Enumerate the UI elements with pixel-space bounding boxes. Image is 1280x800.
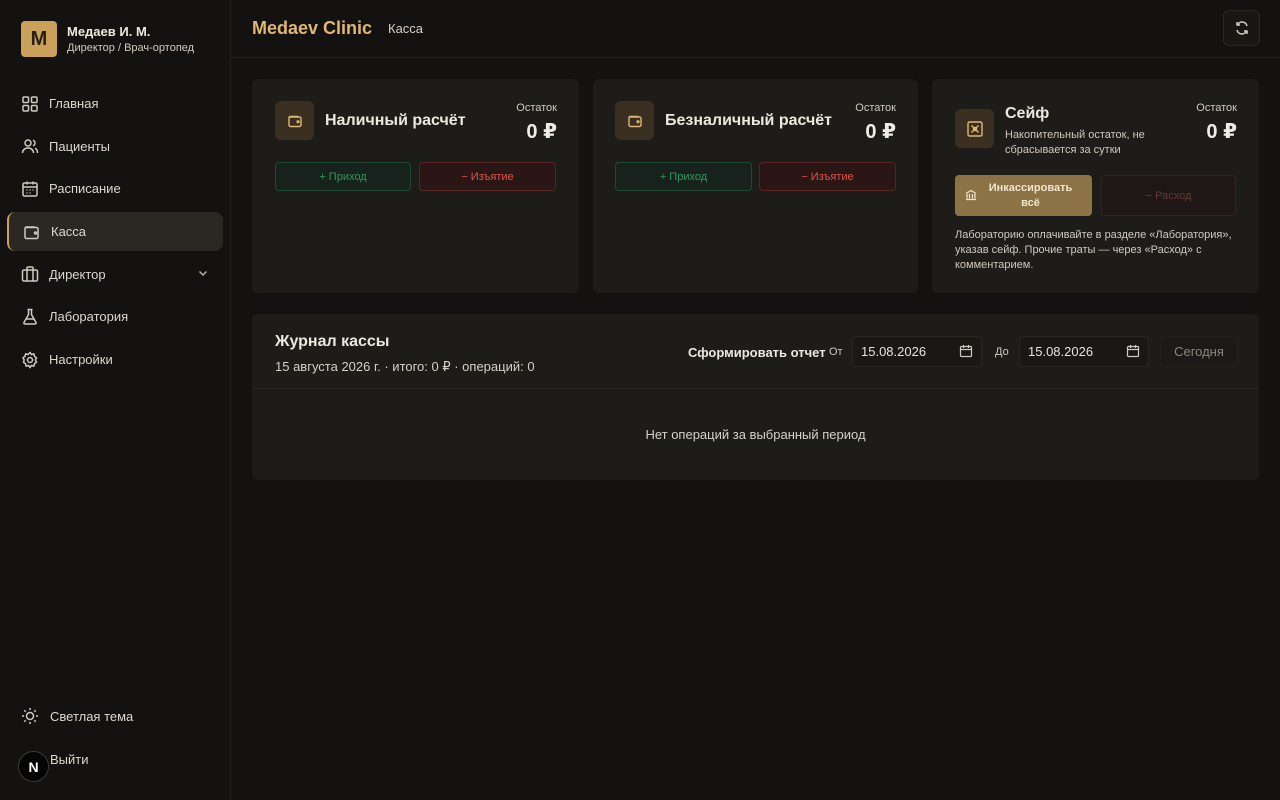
rest-value: 0 ₽ — [1206, 121, 1237, 143]
gear-icon — [21, 350, 39, 369]
sidebar-item-label: Главная — [49, 96, 99, 111]
noncash-withdraw-button[interactable]: − Изъятие — [759, 162, 896, 191]
journal-title: Журнал кассы — [275, 333, 390, 350]
sidebar-item-label: Лаборатория — [49, 309, 129, 325]
card-title: Безналичный расчёт — [665, 112, 832, 129]
wallet-icon — [23, 223, 41, 241]
date-from-input[interactable]: 15.08.2026 — [852, 336, 982, 367]
sidebar-item-patients[interactable]: Пациенты — [7, 127, 223, 166]
to-label: До — [995, 346, 1009, 358]
rest-label: Остаток — [516, 102, 557, 114]
sidebar-item-laboratory[interactable]: Лаборатория — [7, 297, 223, 336]
grid-icon — [21, 95, 39, 113]
date-to-input[interactable]: 15.08.2026 — [1019, 336, 1149, 367]
sidebar-item-schedule[interactable]: Расписание — [7, 169, 223, 208]
sidebar-item-label: Настройки — [49, 352, 113, 368]
theme-toggle[interactable]: Светлая тема — [21, 707, 133, 725]
sidebar-nav: Главная Пациенты Расписание Касса Директ… — [7, 84, 223, 383]
noncash-card: Безналичный расчёт Остаток 0 ₽ + Приход … — [593, 79, 918, 293]
refresh-button[interactable] — [1223, 10, 1260, 46]
calendar-icon — [21, 180, 39, 198]
sun-icon — [21, 707, 39, 725]
users-icon — [21, 137, 39, 155]
briefcase-icon — [21, 265, 39, 283]
sidebar-item-label: Пациенты — [49, 138, 110, 154]
report-label: Сформировать отчет — [688, 345, 826, 360]
sidebar-item-label: Расписание — [49, 181, 121, 197]
collect-all-button[interactable]: Инкассировать всё — [955, 175, 1092, 216]
user-role: Директор / Врач-ортопед — [67, 42, 195, 54]
flask-icon — [21, 308, 39, 326]
cash-income-button[interactable]: + Приход — [275, 162, 411, 191]
rest-label: Остаток — [855, 102, 896, 114]
journal-summary: 15 августа 2026 г. · итого: 0 ₽ · операц… — [275, 359, 535, 374]
sidebar-item-label: Директор — [49, 266, 106, 282]
chevron-down-icon — [197, 267, 209, 279]
brand-title[interactable]: Medaev Clinic — [252, 18, 372, 39]
card-title: Сейф — [1005, 105, 1050, 122]
noncash-income-button[interactable]: + Приход — [615, 162, 752, 191]
refresh-icon — [1234, 20, 1250, 36]
rest-value: 0 ₽ — [526, 121, 557, 143]
sidebar-item-home[interactable]: Главная — [7, 84, 223, 123]
user-profile[interactable]: M Медаев И. М. Директор / Врач-ортопед — [21, 21, 194, 57]
sidebar-item-settings[interactable]: Настройки — [7, 340, 223, 379]
calendar-icon — [959, 344, 973, 358]
safe-note: Лабораторию оплачивайте в разделе «Лабор… — [955, 229, 1232, 271]
cash-withdraw-button[interactable]: − Изъятие — [419, 162, 556, 191]
sidebar-item-label: Касса — [51, 224, 87, 240]
avatar: M — [21, 21, 57, 57]
breadcrumb: Касса — [388, 21, 424, 36]
sidebar-item-director[interactable]: Директор — [7, 255, 223, 294]
cash-journal: Журнал кассы 15 августа 2026 г. · итого:… — [252, 314, 1259, 480]
sidebar: M Медаев И. М. Директор / Врач-ортопед Г… — [0, 0, 231, 800]
safe-icon — [955, 109, 994, 148]
logout-label: Выйти — [50, 751, 89, 767]
safe-expense-button[interactable]: − Расход — [1101, 175, 1236, 216]
empty-state: Нет операций за выбранный период — [645, 427, 866, 442]
calendar-icon — [1126, 344, 1140, 358]
today-button[interactable]: Сегодня — [1160, 336, 1238, 367]
safe-subtitle: Накопительный остаток, не сбрасывается з… — [1005, 129, 1145, 157]
rest-value: 0 ₽ — [865, 121, 896, 143]
safe-card: Сейф Накопительный остаток, не сбрасывае… — [932, 79, 1259, 293]
cash-card: Наличный расчёт Остаток 0 ₽ + Приход − И… — [252, 79, 579, 293]
topbar: Medaev Clinic Касса — [231, 0, 1280, 58]
rest-label: Остаток — [1196, 102, 1237, 114]
sidebar-item-cashbox[interactable]: Касса — [7, 212, 223, 252]
card-title: Наличный расчёт — [325, 112, 466, 129]
wallet-icon — [275, 101, 314, 140]
user-name: Медаев И. М. — [67, 24, 151, 39]
bank-icon — [965, 189, 977, 201]
next-badge[interactable]: N — [18, 751, 49, 782]
theme-toggle-label: Светлая тема — [50, 708, 134, 724]
from-label: От — [829, 346, 843, 358]
journal-header: Журнал кассы 15 августа 2026 г. · итого:… — [252, 314, 1259, 389]
wallet-icon — [615, 101, 654, 140]
